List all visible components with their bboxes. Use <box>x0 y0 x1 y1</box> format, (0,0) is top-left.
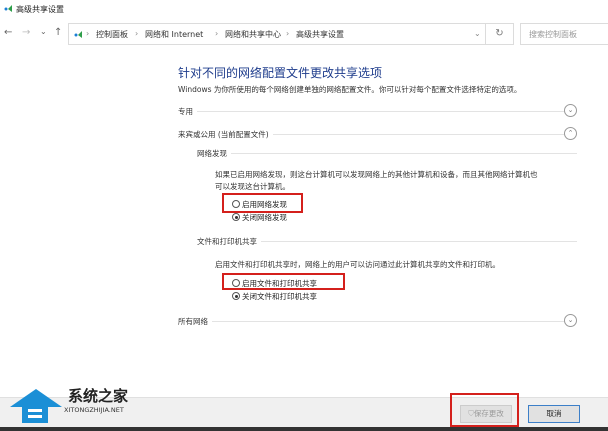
address-bar[interactable]: › 控制面板 › 网络和 Internet › 网络和共享中心 › 高级共享设置… <box>68 23 486 45</box>
file-sharing-desc: 启用文件和打印机共享时，网络上的用户可以访问通过此计算机共享的文件和打印机。 <box>215 260 500 269</box>
network-discovery-desc: 如果已启用网络发现，则这台计算机可以发现网络上的其他计算机和设备，而且其他网络计… <box>215 170 538 179</box>
section-all-networks[interactable]: 所有网络 <box>178 316 212 327</box>
page-description: Windows 为你所使用的每个网络创建单独的网络配置文件。你可以针对每个配置文… <box>178 85 522 94</box>
watermark-logo <box>8 385 64 427</box>
breadcrumb-network-internet[interactable]: 网络和 Internet <box>145 29 203 40</box>
file-sharing-heading: 文件和打印机共享 <box>197 236 261 247</box>
disable-sharing-radio[interactable] <box>232 292 240 300</box>
disable-sharing-label[interactable]: 关闭文件和打印机共享 <box>242 291 317 302</box>
enable-sharing-label[interactable]: 启用文件和打印机共享 <box>242 278 317 289</box>
recent-locations-button[interactable]: ⌄ <box>40 27 47 36</box>
enable-discovery-label[interactable]: 启用网络发现 <box>242 199 287 210</box>
address-dropdown-icon[interactable]: ⌄ <box>474 29 481 38</box>
watermark-url: XITONGZHIJIA.NET <box>64 406 124 414</box>
window-title: 高级共享设置 <box>16 5 64 14</box>
refresh-button[interactable]: ↻ <box>486 23 514 45</box>
forward-button[interactable]: → <box>22 27 30 38</box>
back-button[interactable]: ← <box>4 27 12 38</box>
page-title: 针对不同的网络配置文件更改共享选项 <box>178 66 383 80</box>
breadcrumb-control-panel[interactable]: 控制面板 <box>96 29 128 40</box>
breadcrumb-advanced-sharing[interactable]: 高级共享设置 <box>296 29 344 40</box>
enable-sharing-radio[interactable] <box>232 279 240 287</box>
network-discovery-heading: 网络发现 <box>197 148 231 159</box>
enable-discovery-radio[interactable] <box>232 200 240 208</box>
network-discovery-desc-2: 可以发现这台计算机。 <box>215 182 290 191</box>
search-input[interactable]: 搜索控制面板 <box>520 23 608 45</box>
chevron-up-icon[interactable]: ⌃ <box>564 127 577 140</box>
disable-discovery-label[interactable]: 关闭网络发现 <box>242 212 287 223</box>
network-icon <box>74 30 83 41</box>
section-private[interactable]: 专用 <box>178 106 197 117</box>
chevron-down-icon[interactable]: ⌄ <box>564 314 577 327</box>
save-changes-button[interactable]: ⛉保存更改 <box>460 405 512 423</box>
network-icon <box>4 4 13 13</box>
watermark-name: 系统之家 <box>68 387 129 405</box>
cancel-button[interactable]: 取消 <box>528 405 580 423</box>
chevron-down-icon[interactable]: ⌄ <box>564 104 577 117</box>
section-guest-public[interactable]: 来宾或公用 (当前配置文件) <box>178 129 273 140</box>
disable-discovery-radio[interactable] <box>232 213 240 221</box>
taskbar-edge <box>0 427 608 431</box>
up-button[interactable]: ↑ <box>54 27 62 38</box>
title-bar: 高级共享设置 <box>0 0 608 20</box>
breadcrumb-network-sharing-center[interactable]: 网络和共享中心 <box>225 29 281 40</box>
